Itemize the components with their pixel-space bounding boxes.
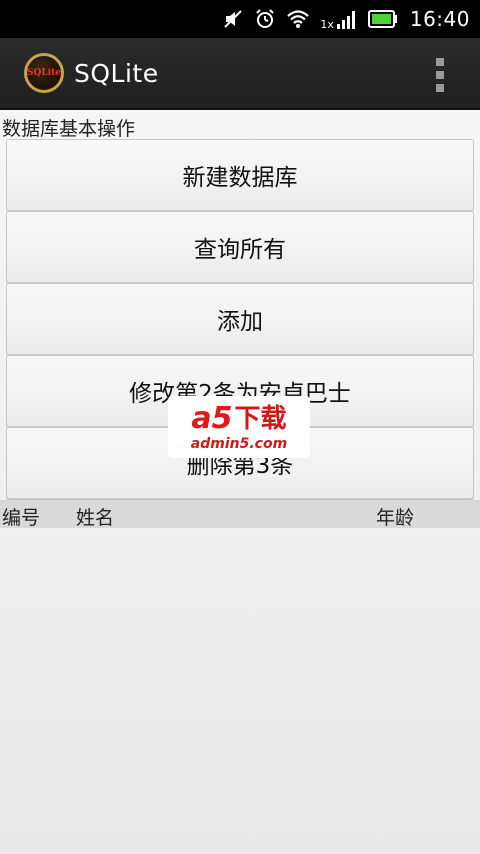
table-header: 编号 姓名 年龄 (0, 500, 480, 529)
app-title: SQLite (74, 58, 159, 88)
watermark-brand-cn: 下载 (234, 403, 287, 434)
watermark-brand: a5 (191, 400, 233, 436)
watermark-logo: a5 下载 admin5.com (168, 396, 310, 458)
status-time: 16:40 (409, 7, 470, 31)
app-logo-icon[interactable]: SQLite (24, 53, 64, 93)
column-header-id: 编号 (2, 507, 41, 529)
create-database-button[interactable]: 新建数据库 (6, 139, 474, 211)
overflow-menu-icon[interactable] (436, 58, 444, 92)
watermark-url: admin5.com (190, 435, 288, 452)
wifi-icon (286, 7, 310, 31)
query-all-button[interactable]: 查询所有 (6, 211, 474, 283)
mute-icon (222, 7, 244, 31)
network-label: 1x (320, 18, 334, 31)
battery-icon (367, 7, 398, 31)
action-bar: SQLite SQLite (0, 38, 480, 110)
app-logo-text: SQLite (27, 68, 61, 78)
add-button[interactable]: 添加 (6, 283, 474, 355)
status-bar: 1x 16:40 (0, 0, 480, 38)
section-label: 数据库基本操作 (2, 118, 136, 140)
alarm-icon (254, 7, 276, 31)
column-header-name: 姓名 (76, 507, 115, 529)
signal-icon: 1x (320, 7, 358, 31)
column-header-age: 年龄 (376, 507, 415, 529)
